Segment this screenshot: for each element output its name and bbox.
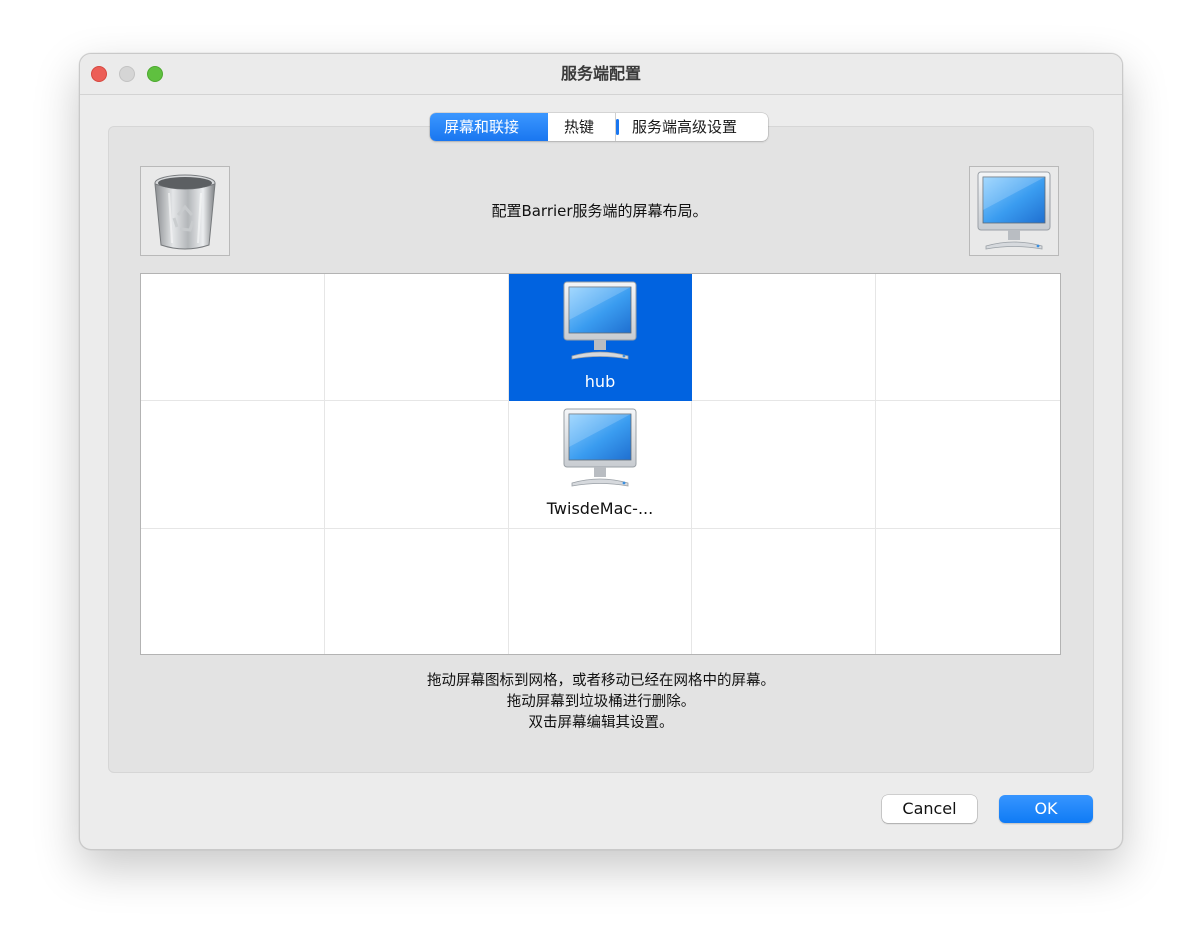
grid-cell[interactable] (876, 401, 1060, 529)
monitor-icon (558, 280, 642, 364)
instructions: 拖动屏幕图标到网格，或者移动已经在网格中的屏幕。 拖动屏幕到垃圾桶进行删除。 双… (80, 671, 1122, 734)
tab-hotkeys[interactable]: 热键 (548, 113, 616, 141)
grid-cell[interactable] (141, 274, 325, 401)
tab-advanced-server-settings[interactable]: 服务端高级设置 (616, 113, 768, 141)
cancel-button[interactable]: Cancel (882, 795, 977, 823)
trash-drop-target[interactable] (140, 166, 230, 256)
window-title: 服务端配置 (560, 64, 641, 83)
grid-cell[interactable] (325, 529, 509, 654)
screen-cell[interactable]: TwisdeMac-... (509, 401, 692, 529)
tab-bar: 屏幕和联接 热键 服务端高级设置 (430, 113, 768, 141)
screen-name: TwisdeMac-... (546, 499, 654, 518)
title-bar[interactable]: 服务端配置 (80, 54, 1122, 95)
grid-cell[interactable] (141, 401, 325, 529)
grid-cell[interactable] (692, 401, 876, 529)
ok-button[interactable]: OK (999, 795, 1093, 823)
instruction-line-drag: 拖动屏幕图标到网格，或者移动已经在网格中的屏幕。 (427, 673, 775, 689)
grid-cell[interactable] (876, 274, 1060, 401)
grid-cell[interactable] (876, 529, 1060, 654)
layout-description: 配置Barrier服务端的屏幕布局。 (491, 202, 708, 220)
grid-cell[interactable] (325, 274, 509, 401)
screen-cell[interactable]: hub (509, 274, 692, 401)
tab-separator (616, 119, 619, 135)
screen-name: hub (584, 372, 616, 391)
tab-screens-and-links[interactable]: 屏幕和联接 (430, 113, 548, 141)
grid-cell[interactable] (692, 274, 876, 401)
new-screen-drag-source[interactable] (969, 166, 1059, 256)
grid-cell[interactable] (141, 529, 325, 654)
monitor-icon (558, 407, 642, 491)
server-config-window: 服务端配置 屏幕和联接 热键 服务端高级设置 配置Barrier服务端的屏幕布局… (79, 53, 1123, 850)
instruction-line-edit: 双击屏幕编辑其设置。 (528, 715, 674, 731)
grid-cell[interactable] (325, 401, 509, 529)
screen-layout-grid[interactable]: hub TwisdeMac-... (140, 273, 1061, 655)
instruction-line-delete: 拖动屏幕到垃圾桶进行删除。 (506, 694, 696, 710)
grid-cell[interactable] (692, 529, 876, 654)
monitor-icon (972, 170, 1056, 254)
trash-icon (154, 174, 216, 250)
grid-cell[interactable] (509, 529, 692, 654)
